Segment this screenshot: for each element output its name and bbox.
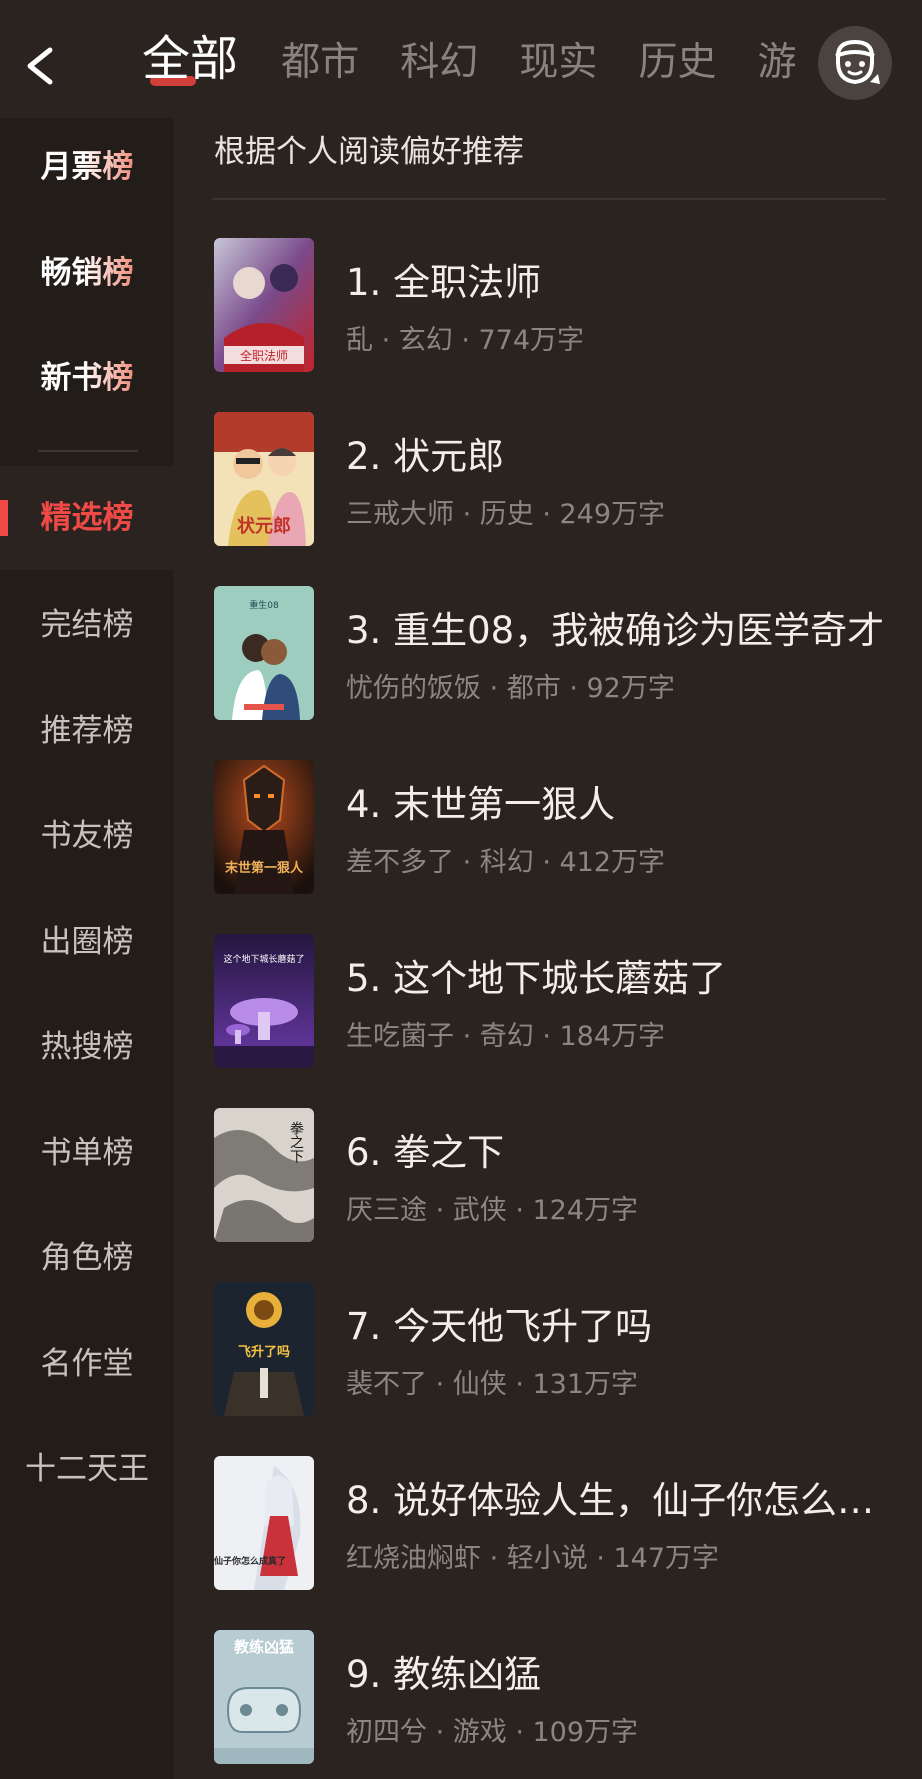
book-item[interactable]: 状元郎 2. 状元郎 三戒大师 · 历史 · 249万字 — [214, 412, 904, 552]
book-title: 3. 重生08，我被确诊为医学奇才 — [346, 609, 885, 652]
book-item[interactable]: 全职法师 1. 全职法师 乱 · 玄幻 · 774万字 — [214, 238, 904, 378]
book-cover: 重生08 — [214, 586, 314, 720]
tab-label: 都市 — [281, 40, 360, 85]
sidebar-item-hot-search[interactable]: 热搜榜 — [0, 1012, 174, 1082]
book-meta: 红烧油焖虾 · 轻小说 · 147万字 — [346, 1543, 720, 1574]
divider — [212, 198, 886, 200]
book-title: 9. 教练凶猛 — [346, 1653, 542, 1696]
book-ranking-list: 根据个人阅读偏好推荐 全职法师 1. 全职法师 乱 · 玄幻 · 774万字 状… — [174, 118, 922, 1779]
profile-button[interactable] — [818, 26, 892, 100]
sidebar-item-bestseller[interactable]: 畅销榜 — [0, 238, 174, 308]
sidebar-item-label: 十二天王 — [25, 1451, 149, 1487]
tab-scifi[interactable]: 科幻 — [400, 4, 478, 118]
book-item[interactable]: 仙子你怎么成真了 8. 说好体验人生，仙子你怎么成真了 红烧油焖虾 · 轻小说 … — [214, 1456, 904, 1596]
cover-title: 全职法师 — [240, 348, 288, 363]
book-title: 5. 这个地下城长蘑菇了 — [346, 957, 727, 1000]
tab-label: 科幻 — [400, 40, 479, 85]
sidebar-item-friends[interactable]: 书友榜 — [0, 801, 174, 871]
sidebar-item-monthly-ticket[interactable]: 月票榜 — [0, 132, 174, 202]
tab-all[interactable]: 全部 — [142, 0, 238, 118]
cover-title: 仙子你怎么成真了 — [214, 1555, 286, 1567]
tab-label: 现实 — [519, 40, 598, 85]
cover-title: 这个地下城长蘑菇了 — [223, 953, 304, 965]
cover-title: 飞升了吗 — [238, 1344, 290, 1360]
sidebar-item-label: 出圈榜 — [40, 924, 134, 960]
book-item[interactable]: 教练凶猛 9. 教练凶猛 初四兮 · 游戏 · 109万字 — [214, 1630, 904, 1770]
reader-avatar-icon — [835, 39, 880, 85]
active-indicator — [0, 500, 8, 536]
back-button[interactable] — [18, 38, 64, 94]
book-item[interactable]: 拳之下 6. 拳之下 厌三途 · 武侠 · 124万字 — [214, 1108, 904, 1248]
book-item[interactable]: 重生08 3. 重生08，我被确诊为医学奇才 忧伤的饭饭 · 都市 · 92万字 — [214, 586, 904, 726]
sidebar-item-label: 书单榜 — [40, 1135, 134, 1171]
sidebar-item-label: 完结榜 — [40, 607, 134, 643]
tab-reality[interactable]: 现实 — [519, 4, 597, 118]
cover-title: 状元郎 — [237, 515, 291, 537]
cover-title: 教练凶猛 — [233, 1638, 294, 1656]
category-tabs: 全部 都市 科幻 现实 历史 游 — [130, 0, 830, 118]
book-title: 2. 状元郎 — [346, 435, 505, 478]
sidebar-item-featured[interactable]: 精选榜 — [0, 466, 174, 570]
sidebar-divider — [38, 450, 138, 452]
book-meta: 裴不了 · 仙侠 · 131万字 — [346, 1369, 639, 1400]
chevron-left-icon — [27, 47, 53, 85]
book-meta: 忧伤的饭饭 · 都市 · 92万字 — [346, 673, 675, 704]
sidebar-item-booklist[interactable]: 书单榜 — [0, 1118, 174, 1188]
tab-urban[interactable]: 都市 — [281, 4, 359, 118]
book-meta: 厌三途 · 武侠 · 124万字 — [346, 1195, 639, 1226]
tab-label: 历史 — [638, 40, 717, 85]
sidebar-item-label: 新书榜 — [40, 360, 134, 396]
book-meta: 初四兮 · 游戏 · 109万字 — [346, 1717, 639, 1748]
sidebar-item-label: 角色榜 — [40, 1240, 134, 1276]
book-item[interactable]: 飞升了吗 7. 今天他飞升了吗 裴不了 · 仙侠 · 131万字 — [214, 1282, 904, 1422]
book-title: 7. 今天他飞升了吗 — [346, 1305, 653, 1348]
book-cover: 全职法师 — [214, 238, 314, 372]
book-title: 8. 说好体验人生，仙子你怎么成真了 — [346, 1479, 886, 1522]
book-cover: 飞升了吗 — [214, 1282, 314, 1416]
tab-label: 全部 — [142, 31, 239, 87]
sidebar-item-new-books[interactable]: 新书榜 — [0, 343, 174, 413]
sidebar-item-label: 精选榜 — [40, 500, 134, 536]
cover-title: 拳之下 — [288, 1121, 304, 1163]
book-title: 4. 末世第一狠人 — [346, 783, 616, 826]
list-subtitle: 根据个人阅读偏好推荐 — [214, 134, 524, 170]
ranking-sidebar: 月票榜 畅销榜 新书榜 精选榜 完结榜 推荐榜 书友榜 出圈榜 热搜榜 书单榜 … — [0, 118, 174, 1779]
sidebar-item-characters[interactable]: 角色榜 — [0, 1223, 174, 1293]
top-bar: 全部 都市 科幻 现实 历史 游 — [0, 0, 922, 118]
book-meta: 生吃菌子 · 奇幻 · 184万字 — [346, 1021, 666, 1052]
sidebar-item-twelve-kings[interactable]: 十二天王 — [0, 1434, 174, 1504]
sidebar-item-label: 推荐榜 — [40, 713, 134, 749]
book-cover: 这个地下城长蘑菇了 — [214, 934, 314, 1068]
book-cover: 教练凶猛 — [214, 1630, 314, 1764]
sidebar-item-label: 名作堂 — [40, 1346, 134, 1382]
cover-title: 重生08 — [249, 599, 279, 611]
sidebar-item-completed[interactable]: 完结榜 — [0, 590, 174, 660]
sidebar-item-hall-of-fame[interactable]: 名作堂 — [0, 1329, 174, 1399]
book-meta: 差不多了 · 科幻 · 412万字 — [346, 847, 666, 878]
book-cover: 状元郎 — [214, 412, 314, 546]
book-meta: 三戒大师 · 历史 · 249万字 — [346, 499, 666, 530]
cover-title: 末世第一狠人 — [224, 860, 304, 876]
tab-history[interactable]: 历史 — [638, 4, 716, 118]
sidebar-item-label: 书友榜 — [40, 818, 134, 854]
sidebar-item-breakout[interactable]: 出圈榜 — [0, 907, 174, 977]
sidebar-item-label: 畅销榜 — [40, 255, 134, 291]
book-item[interactable]: 末世第一狠人 4. 末世第一狠人 差不多了 · 科幻 · 412万字 — [214, 760, 904, 900]
book-title: 6. 拳之下 — [346, 1131, 505, 1174]
tab-game[interactable]: 游 — [758, 4, 797, 118]
book-item[interactable]: 这个地下城长蘑菇了 5. 这个地下城长蘑菇了 生吃菌子 · 奇幻 · 184万字 — [214, 934, 904, 1074]
book-cover: 末世第一狠人 — [214, 760, 314, 894]
book-cover: 拳之下 — [214, 1108, 314, 1242]
book-cover: 仙子你怎么成真了 — [214, 1456, 314, 1590]
book-title: 1. 全职法师 — [346, 261, 542, 304]
sidebar-item-recommended[interactable]: 推荐榜 — [0, 696, 174, 766]
book-meta: 乱 · 玄幻 · 774万字 — [346, 325, 585, 356]
sidebar-item-label: 热搜榜 — [40, 1029, 134, 1065]
tab-label: 游 — [757, 40, 797, 85]
sidebar-item-label: 月票榜 — [40, 149, 134, 185]
